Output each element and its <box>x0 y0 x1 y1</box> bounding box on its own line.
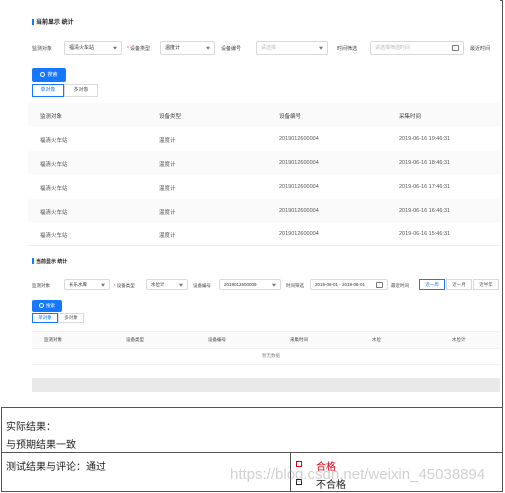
search-icon <box>40 72 46 77</box>
column-header: 设备类型 <box>159 114 182 120</box>
column-header: 监测对象 <box>40 114 63 120</box>
cell-monitor: 福清火车站 <box>40 162 68 168</box>
chevron-down-icon <box>319 46 323 50</box>
cell-device-no: 2019012600004 <box>279 160 319 166</box>
empty-row: 暂无数据 <box>32 348 500 365</box>
cell-device-type: 温度计 <box>159 138 176 144</box>
device-no-label: 设备编号 <box>221 46 242 52</box>
cell-monitor: 福清火车站 <box>40 210 68 216</box>
cell-time: 2019-06-16 15:46:31 <box>399 231 451 237</box>
range-halfyear-button[interactable]: 近半年 <box>473 279 499 290</box>
monitor-select[interactable]: 福清火车站 <box>64 41 122 55</box>
device-no-label: 设备编号 <box>193 283 211 288</box>
cell-device-type: 温度计 <box>159 162 176 168</box>
monitor-label: 监测对象 <box>32 283 50 288</box>
watermark: https://blog.csdn.net/weixin_45038894 <box>230 466 486 483</box>
table-header: 监测对象 设备类型 设备编号 采集时间 水位 水位计 <box>32 331 500 349</box>
cell-monitor: 福清火车站 <box>40 233 68 239</box>
cell-time: 2019-06-16 17:46:31 <box>399 184 451 190</box>
device-type-select[interactable]: 水位计 <box>146 279 188 290</box>
actual-result-text: 与预期结果一致 <box>6 440 76 451</box>
column-header: 采集时间 <box>399 114 422 120</box>
recent-time-label: 最近时间 <box>391 283 409 288</box>
cell-device-no: 2019012600004 <box>279 184 319 190</box>
time-filter-label: 时间筛选 <box>337 46 358 52</box>
device-no-select[interactable]: 2019012600009 <box>219 279 281 290</box>
device-no-select[interactable]: 请选择 <box>256 41 328 55</box>
monitor-select[interactable]: 长乐水库 <box>64 279 110 290</box>
divider <box>1 407 503 408</box>
table-row[interactable]: 福清火车站 温度计 2019012600004 2019-06-16 19:46… <box>28 127 500 152</box>
column-header: 水位 <box>372 337 381 342</box>
empty-text: 暂无数据 <box>262 353 280 358</box>
range-month-button[interactable]: 近一月 <box>446 279 472 290</box>
range-week-button[interactable]: 近一周 <box>419 279 445 290</box>
cell-device-no: 2019012600004 <box>279 231 319 237</box>
table-row[interactable]: 福清火车站 温度计 2019012600004 2019-06-16 18:46… <box>28 151 500 176</box>
cell-device-no: 2019012600004 <box>279 136 319 142</box>
time-filter-input[interactable]: 2019-06-01 - 2019-06-01 <box>310 279 388 290</box>
chevron-down-icon <box>113 46 117 50</box>
cell-device-type: 温度计 <box>159 233 176 239</box>
scrollbar-track[interactable] <box>32 378 500 392</box>
cell-device-no: 2019012600004 <box>279 208 319 214</box>
tab-single-object[interactable]: 单对象 <box>32 313 58 323</box>
ui-screenshot: 当前显示 统计 监测对象 福清火车站 *设备类型 温度计 设备编号 请选择 时间… <box>0 0 500 407</box>
panel-title: 当前显示 统计 <box>32 258 67 265</box>
test-comment-label: 测试结果与评论：通过 <box>6 462 106 473</box>
time-filter-input[interactable]: 请选择筛选时间 <box>370 41 464 55</box>
title-marker-icon <box>32 19 34 25</box>
recent-time-label: 最近时间 <box>470 46 491 52</box>
tab-single-object[interactable]: 单对象 <box>32 84 64 97</box>
calendar-icon <box>376 281 383 288</box>
cell-device-type: 温度计 <box>159 186 176 192</box>
cell-time: 2019-06-16 18:46:31 <box>399 160 451 166</box>
cell-monitor: 福清火车站 <box>40 186 68 192</box>
search-icon <box>39 303 44 308</box>
device-type-label: *设备类型 <box>127 46 150 52</box>
column-header: 设备编号 <box>279 114 302 120</box>
column-header: 水位计 <box>452 337 466 342</box>
table-row[interactable]: 福清火车站 温度计 2019012600004 2019-06-16 17:46… <box>28 175 500 200</box>
column-header: 采集时间 <box>290 337 308 342</box>
cell-time: 2019-06-16 16:46:31 <box>399 208 451 214</box>
statistics-panel-1: 当前显示 统计 监测对象 福清火车站 *设备类型 温度计 设备编号 请选择 时间… <box>0 0 500 250</box>
tab-multi-object[interactable]: 多对象 <box>64 84 98 97</box>
divider <box>1 452 503 453</box>
tab-multi-object[interactable]: 多对象 <box>58 313 84 323</box>
chevron-down-icon <box>101 283 105 287</box>
search-button[interactable]: 搜索 <box>32 68 66 82</box>
calendar-icon <box>452 45 459 51</box>
table-row[interactable]: 福清火车站 温度计 2019012600004 2019-06-16 15:46… <box>28 223 500 246</box>
panel-title: 当前显示 统计 <box>32 17 74 26</box>
cell-monitor: 福清火车站 <box>40 138 68 144</box>
chevron-down-icon <box>272 283 276 287</box>
actual-result-label: 实际结果： <box>6 422 56 433</box>
chevron-down-icon <box>206 46 210 50</box>
column-header: 设备编号 <box>208 337 226 342</box>
column-header: 监测对象 <box>44 337 62 342</box>
search-button[interactable]: 搜索 <box>32 300 62 312</box>
chevron-down-icon <box>179 283 183 287</box>
title-marker-icon <box>32 258 34 264</box>
column-header: 设备类型 <box>126 337 144 342</box>
device-type-label: *设备类型 <box>114 283 135 288</box>
device-type-select[interactable]: 温度计 <box>160 41 215 55</box>
cell-device-type: 温度计 <box>159 210 176 216</box>
time-filter-label: 时间筛选 <box>286 283 304 288</box>
table-header: 监测对象 设备类型 设备编号 采集时间 <box>28 103 500 128</box>
table-row[interactable]: 福清火车站 温度计 2019012600004 2019-06-16 16:46… <box>28 199 500 224</box>
monitor-label: 监测对象 <box>32 46 53 52</box>
cell-time: 2019-06-16 19:46:31 <box>399 136 451 142</box>
